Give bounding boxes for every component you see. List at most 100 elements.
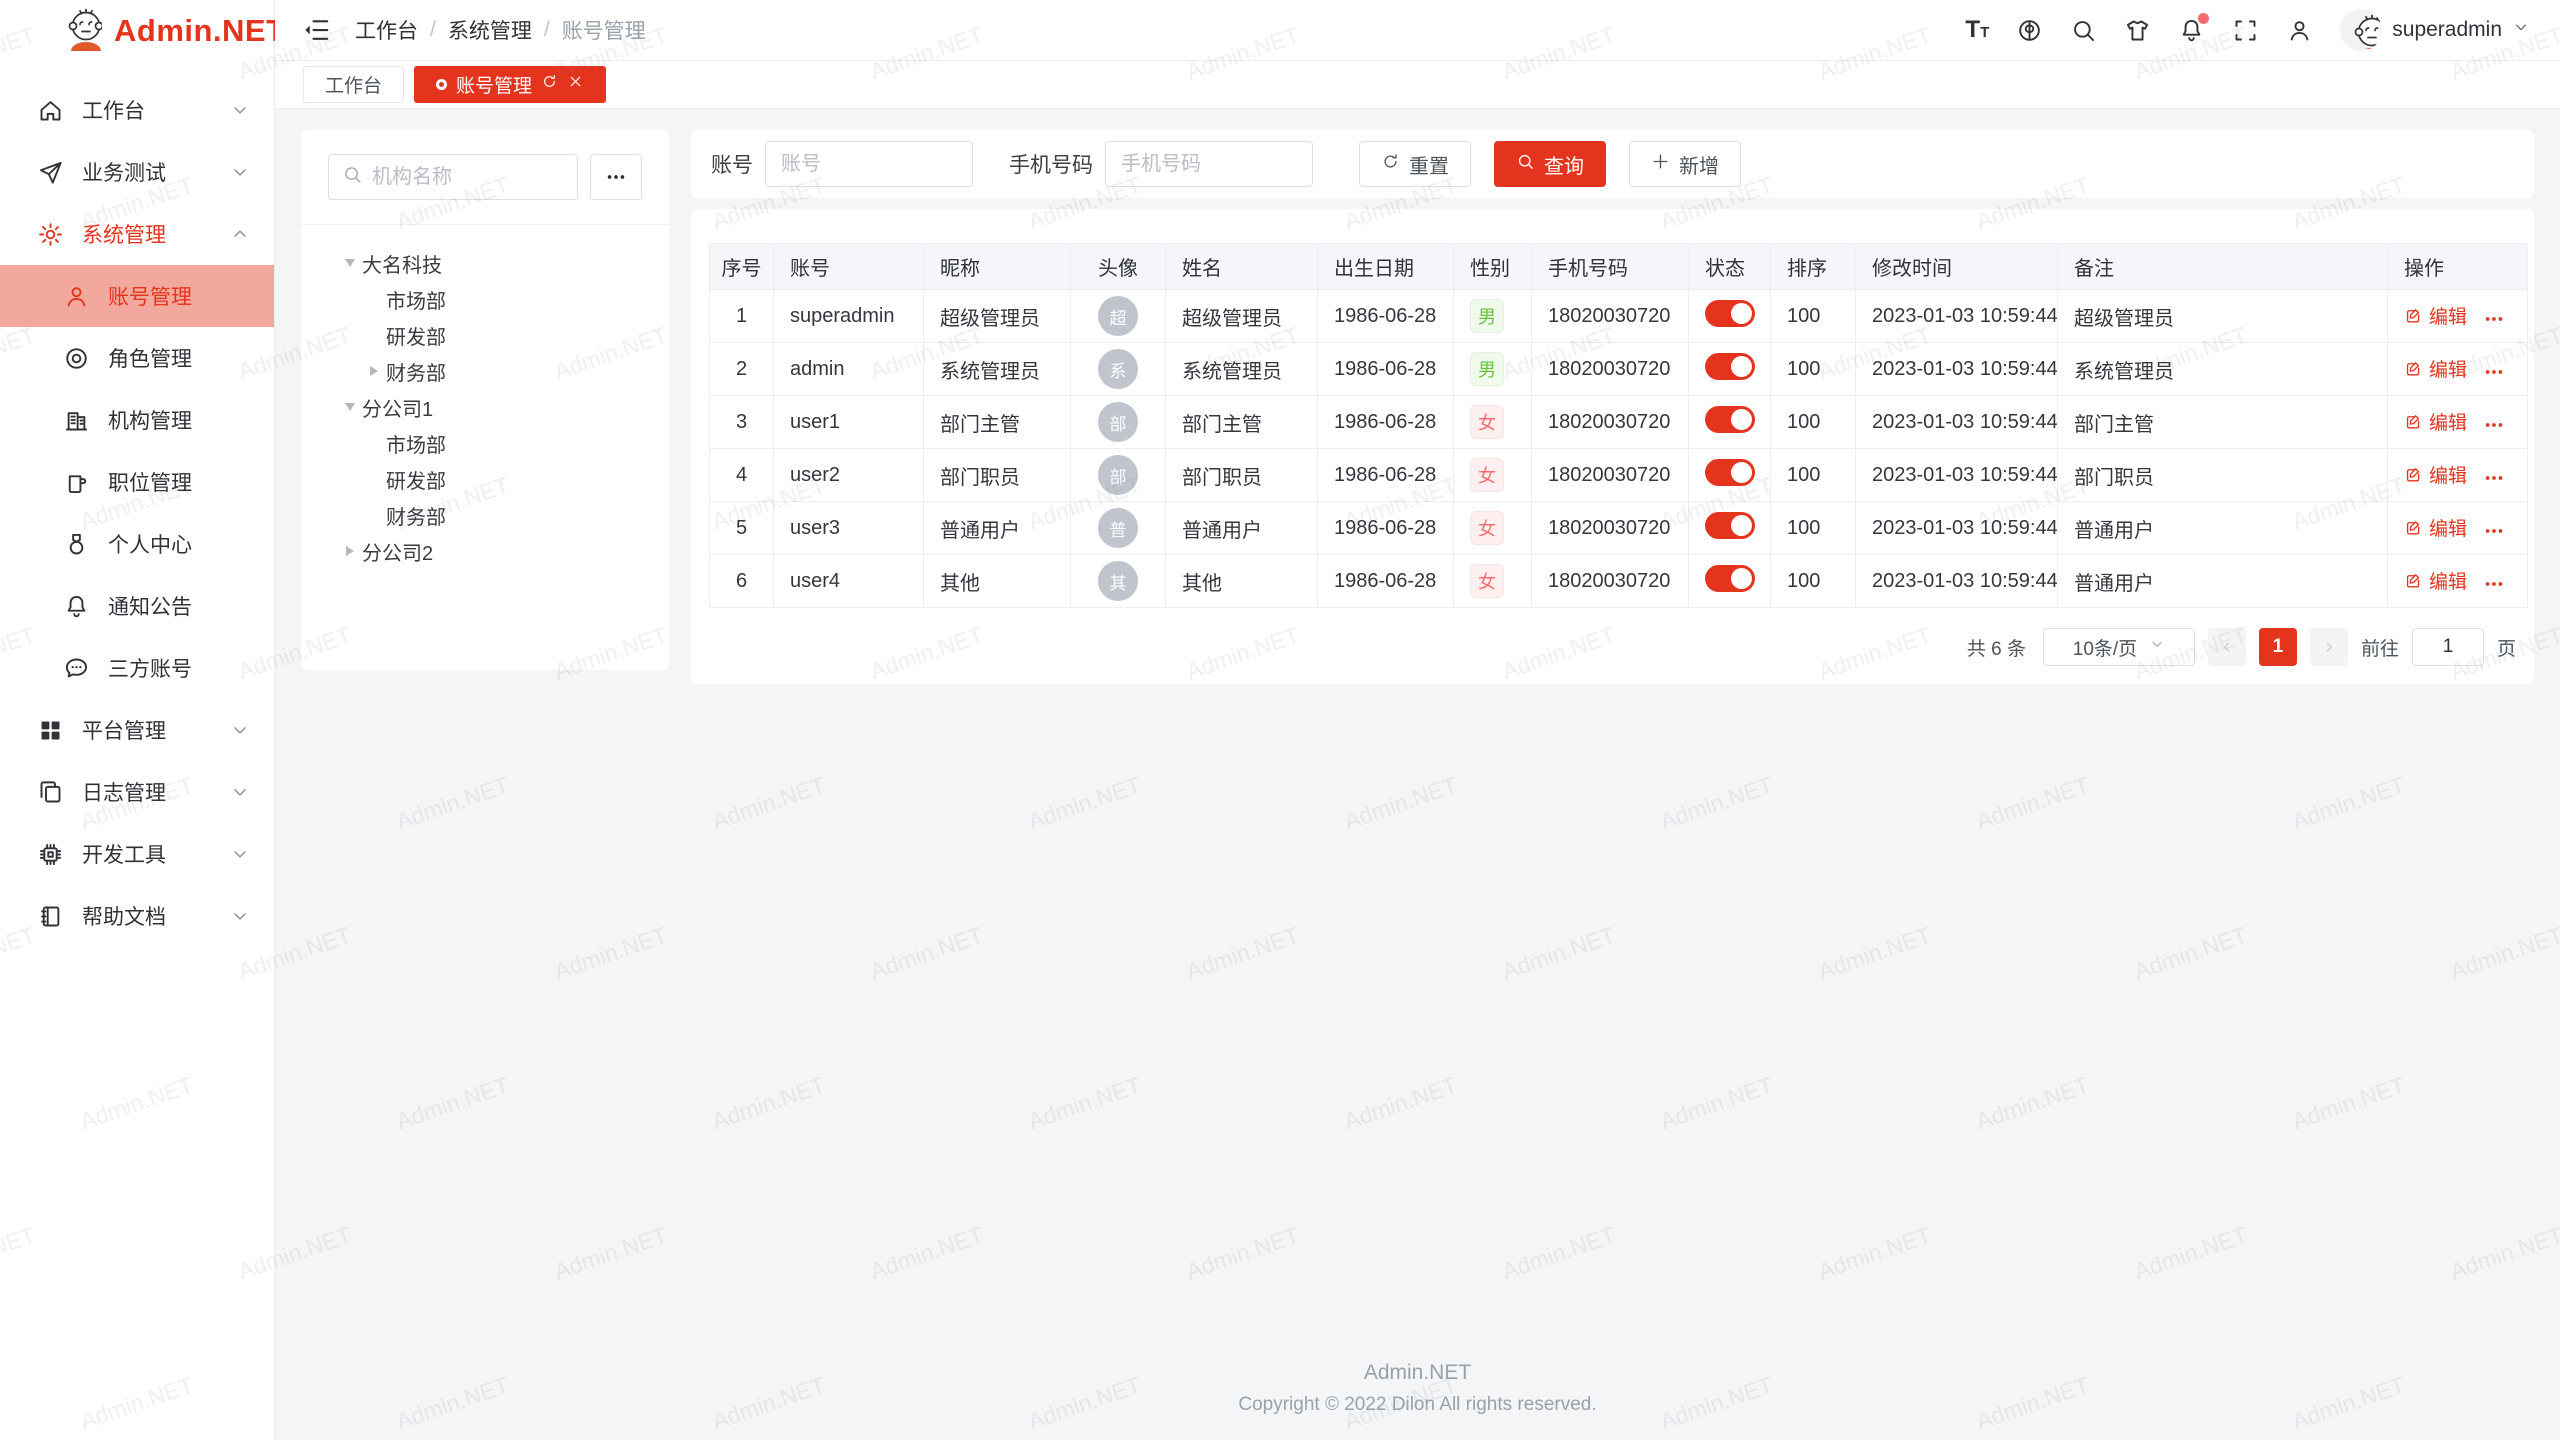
cell-index: 5 — [710, 502, 774, 555]
col-header-phone: 手机号码 — [1532, 244, 1689, 290]
fullscreen-icon[interactable] — [2232, 17, 2259, 44]
sidebar-item-help-docs[interactable]: 帮助文档 — [0, 885, 274, 947]
search-icon[interactable] — [2070, 17, 2097, 44]
person-icon[interactable] — [2286, 17, 2313, 44]
app-root: Admin.NET 工作台业务测试系统管理账号管理角色管理机构管理职位管理个人中… — [0, 0, 2560, 1440]
reset-button[interactable]: 重置 — [1359, 141, 1471, 187]
account-input[interactable] — [765, 141, 973, 187]
col-header-modified: 修改时间 — [1856, 244, 2058, 290]
grid-icon — [37, 717, 64, 744]
sidebar-item-dev-tools[interactable]: 开发工具 — [0, 823, 274, 885]
add-button[interactable]: 新增 — [1629, 141, 1741, 187]
edit-button[interactable]: 编辑 — [2404, 408, 2467, 435]
notification-bell-icon[interactable] — [2178, 17, 2205, 44]
bell-icon — [63, 593, 90, 620]
tab[interactable]: 工作台 — [303, 66, 404, 103]
cell-phone: 18020030720 — [1532, 555, 1689, 608]
tree-node[interactable]: 财务部 — [328, 497, 642, 533]
edit-button[interactable]: 编辑 — [2404, 355, 2467, 382]
sidebar-item-platform-mgmt[interactable]: 平台管理 — [0, 699, 274, 761]
edit-button[interactable]: 编辑 — [2404, 567, 2467, 594]
language-icon[interactable] — [2016, 17, 2043, 44]
breadcrumb-item[interactable]: 工作台 — [355, 15, 418, 45]
plus-icon — [1651, 152, 1670, 177]
org-icon — [63, 407, 90, 434]
org-name-input[interactable] — [372, 166, 564, 189]
page-size-select[interactable]: 10条/页 — [2043, 628, 2195, 666]
tree-node[interactable]: 财务部 — [328, 353, 642, 389]
chevron-down-icon — [230, 844, 250, 864]
page-number[interactable]: 1 — [2259, 628, 2297, 666]
table-row: 4user2部门职员部部门职员1986-06-28女18020030720100… — [710, 449, 2528, 502]
sidebar-item-business-test[interactable]: 业务测试 — [0, 141, 274, 203]
prev-page-button[interactable] — [2208, 628, 2246, 666]
tab-active[interactable]: 账号管理 — [414, 66, 606, 103]
refresh-icon[interactable] — [541, 73, 558, 96]
edit-button[interactable]: 编辑 — [2404, 461, 2467, 488]
more-actions-button[interactable] — [2483, 467, 2505, 489]
cell-modified: 2023-01-03 10:59:44 — [1856, 449, 2058, 502]
sidebar-item-system-mgmt[interactable]: 系统管理 — [0, 203, 274, 265]
more-options-button[interactable] — [590, 154, 642, 200]
user-menu[interactable]: superadmin — [2340, 9, 2530, 51]
goto-page-input[interactable] — [2412, 628, 2484, 666]
sidebar-item-position-mgmt[interactable]: 职位管理 — [0, 451, 274, 513]
cell-birthday: 1986-06-28 — [1318, 343, 1454, 396]
cell-modified: 2023-01-03 10:59:44 — [1856, 396, 2058, 449]
sidebar-item-org-mgmt[interactable]: 机构管理 — [0, 389, 274, 451]
close-icon[interactable] — [567, 73, 584, 96]
tree-node[interactable]: 市场部 — [328, 281, 642, 317]
user-icon — [63, 283, 90, 310]
sidebar-item-notice[interactable]: 通知公告 — [0, 575, 274, 637]
breadcrumb-item[interactable]: 账号管理 — [562, 15, 646, 45]
edit-button[interactable]: 编辑 — [2404, 514, 2467, 541]
cell-sort: 100 — [1771, 502, 1856, 555]
edit-button[interactable]: 编辑 — [2404, 302, 2467, 329]
chevron-down-icon — [2512, 18, 2530, 42]
status-toggle[interactable] — [1705, 353, 1755, 380]
more-actions-button[interactable] — [2483, 361, 2505, 383]
more-actions-button[interactable] — [2483, 573, 2505, 595]
phone-input[interactable] — [1105, 141, 1313, 187]
status-toggle[interactable] — [1705, 459, 1755, 486]
more-actions-button[interactable] — [2483, 520, 2505, 542]
cell-nickname: 部门主管 — [924, 396, 1071, 449]
sidebar-nav: 工作台业务测试系统管理账号管理角色管理机构管理职位管理个人中心通知公告三方账号平… — [0, 61, 274, 947]
chevron-up-icon — [230, 224, 250, 244]
tree-node[interactable]: 分公司2 — [328, 533, 642, 569]
sidebar-item-workbench[interactable]: 工作台 — [0, 79, 274, 141]
sidebar-item-log-mgmt[interactable]: 日志管理 — [0, 761, 274, 823]
sidebar-item-third-party-account[interactable]: 三方账号 — [0, 637, 274, 699]
logs-icon — [37, 779, 64, 806]
col-header-name: 姓名 — [1166, 244, 1318, 290]
cell-phone: 18020030720 — [1532, 396, 1689, 449]
status-toggle[interactable] — [1705, 512, 1755, 539]
next-page-button[interactable] — [2310, 628, 2348, 666]
tree-node[interactable]: 研发部 — [328, 317, 642, 353]
cell-sort: 100 — [1771, 343, 1856, 396]
breadcrumb-item[interactable]: 系统管理 — [448, 15, 532, 45]
tree-node[interactable]: 分公司1 — [328, 389, 642, 425]
tree-node[interactable]: 市场部 — [328, 425, 642, 461]
cell-phone: 18020030720 — [1532, 449, 1689, 502]
breadcrumb-separator: / — [430, 18, 436, 42]
status-toggle[interactable] — [1705, 300, 1755, 327]
theme-icon[interactable] — [2124, 17, 2151, 44]
more-actions-button[interactable] — [2483, 308, 2505, 330]
caret-down-icon — [338, 403, 362, 411]
sidebar-item-profile-center[interactable]: 个人中心 — [0, 513, 274, 575]
tree-node[interactable]: 研发部 — [328, 461, 642, 497]
sidebar-item-role-mgmt[interactable]: 角色管理 — [0, 327, 274, 389]
sidebar-item-account-mgmt[interactable]: 账号管理 — [0, 265, 274, 327]
status-toggle[interactable] — [1705, 565, 1755, 592]
search-button[interactable]: 查询 — [1494, 141, 1606, 187]
tree-node[interactable]: 大名科技 — [328, 245, 642, 281]
cell-index: 4 — [710, 449, 774, 502]
cell-remark: 普通用户 — [2058, 502, 2388, 555]
footer-brand: Admin.NET — [275, 1361, 2560, 1385]
more-actions-button[interactable] — [2483, 414, 2505, 436]
status-toggle[interactable] — [1705, 406, 1755, 433]
collapse-sidebar-button[interactable] — [301, 15, 331, 45]
font-size-icon[interactable]: TT — [1965, 18, 1989, 42]
profile-icon — [63, 531, 90, 558]
